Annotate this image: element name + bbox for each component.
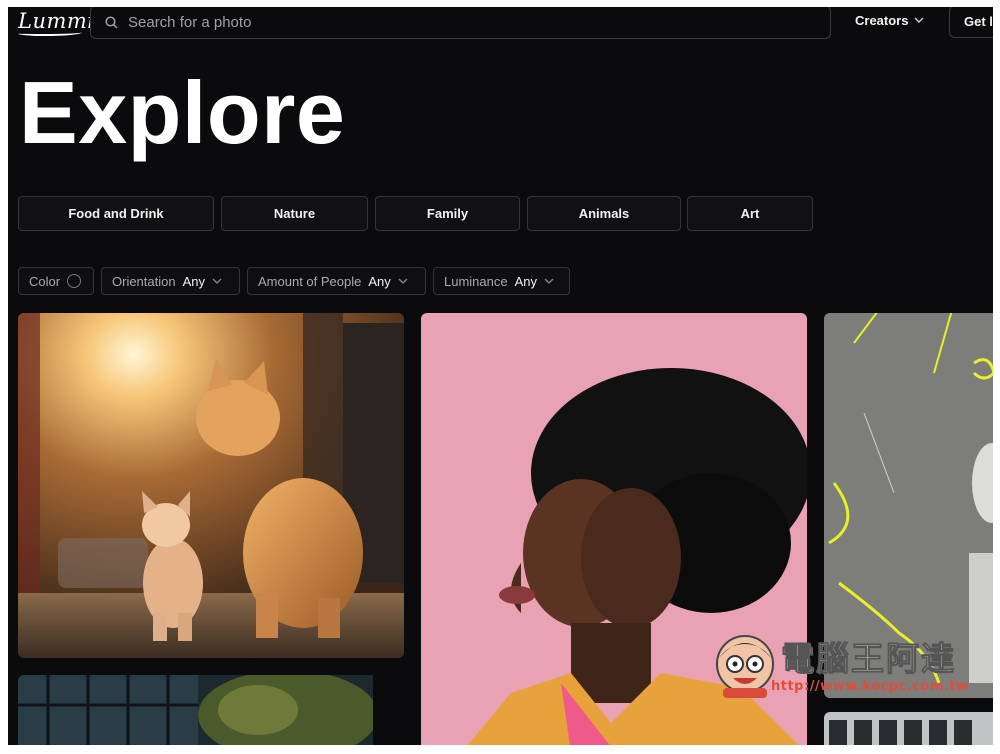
watermark: 電腦王阿達 http://www.kocpc.com.tw — [713, 632, 973, 702]
photo-cats[interactable] — [18, 313, 404, 658]
luminance-label: Luminance — [444, 273, 508, 289]
people-filter[interactable]: Amount of People Any — [247, 267, 426, 295]
chevron-down-icon — [914, 17, 924, 23]
color-filter[interactable]: Color — [18, 267, 94, 295]
creators-menu[interactable]: Creators — [855, 13, 924, 28]
get-button[interactable]: Get l — [949, 7, 993, 38]
chevron-down-icon — [398, 278, 408, 284]
color-swatch-icon — [67, 274, 82, 288]
photo-building-windows[interactable] — [824, 712, 993, 745]
watermark-text: 電腦王阿達 — [781, 639, 956, 679]
lummi-logo[interactable]: Lummi — [18, 9, 95, 36]
people-label: Amount of People — [258, 273, 362, 289]
search-bar[interactable] — [90, 7, 831, 39]
app-frame: Lummi Creators Get l Explore Food and Dr… — [8, 7, 993, 745]
people-value: Any — [368, 273, 391, 289]
category-family[interactable]: Family — [375, 196, 520, 231]
mascot-icon — [716, 635, 774, 698]
color-filter-label: Color — [29, 273, 61, 289]
search-input[interactable] — [128, 13, 728, 31]
orientation-label: Orientation — [112, 273, 176, 289]
search-icon — [105, 15, 118, 29]
category-food-and-drink[interactable]: Food and Drink — [18, 196, 214, 231]
orientation-filter[interactable]: Orientation Any — [101, 267, 240, 295]
watermark-url: http://www.kocpc.com.tw — [771, 679, 969, 694]
category-nature[interactable]: Nature — [221, 196, 368, 231]
category-art[interactable]: Art — [687, 196, 813, 231]
photo-building-tree[interactable] — [18, 675, 404, 745]
category-animals[interactable]: Animals — [527, 196, 681, 231]
orientation-value: Any — [182, 273, 205, 289]
luminance-value: Any — [514, 273, 538, 289]
chevron-down-icon — [212, 278, 222, 284]
luminance-filter[interactable]: Luminance Any — [433, 267, 570, 295]
page-title: Explore — [19, 63, 346, 162]
creators-label: Creators — [855, 13, 909, 28]
chevron-down-icon — [544, 278, 554, 284]
